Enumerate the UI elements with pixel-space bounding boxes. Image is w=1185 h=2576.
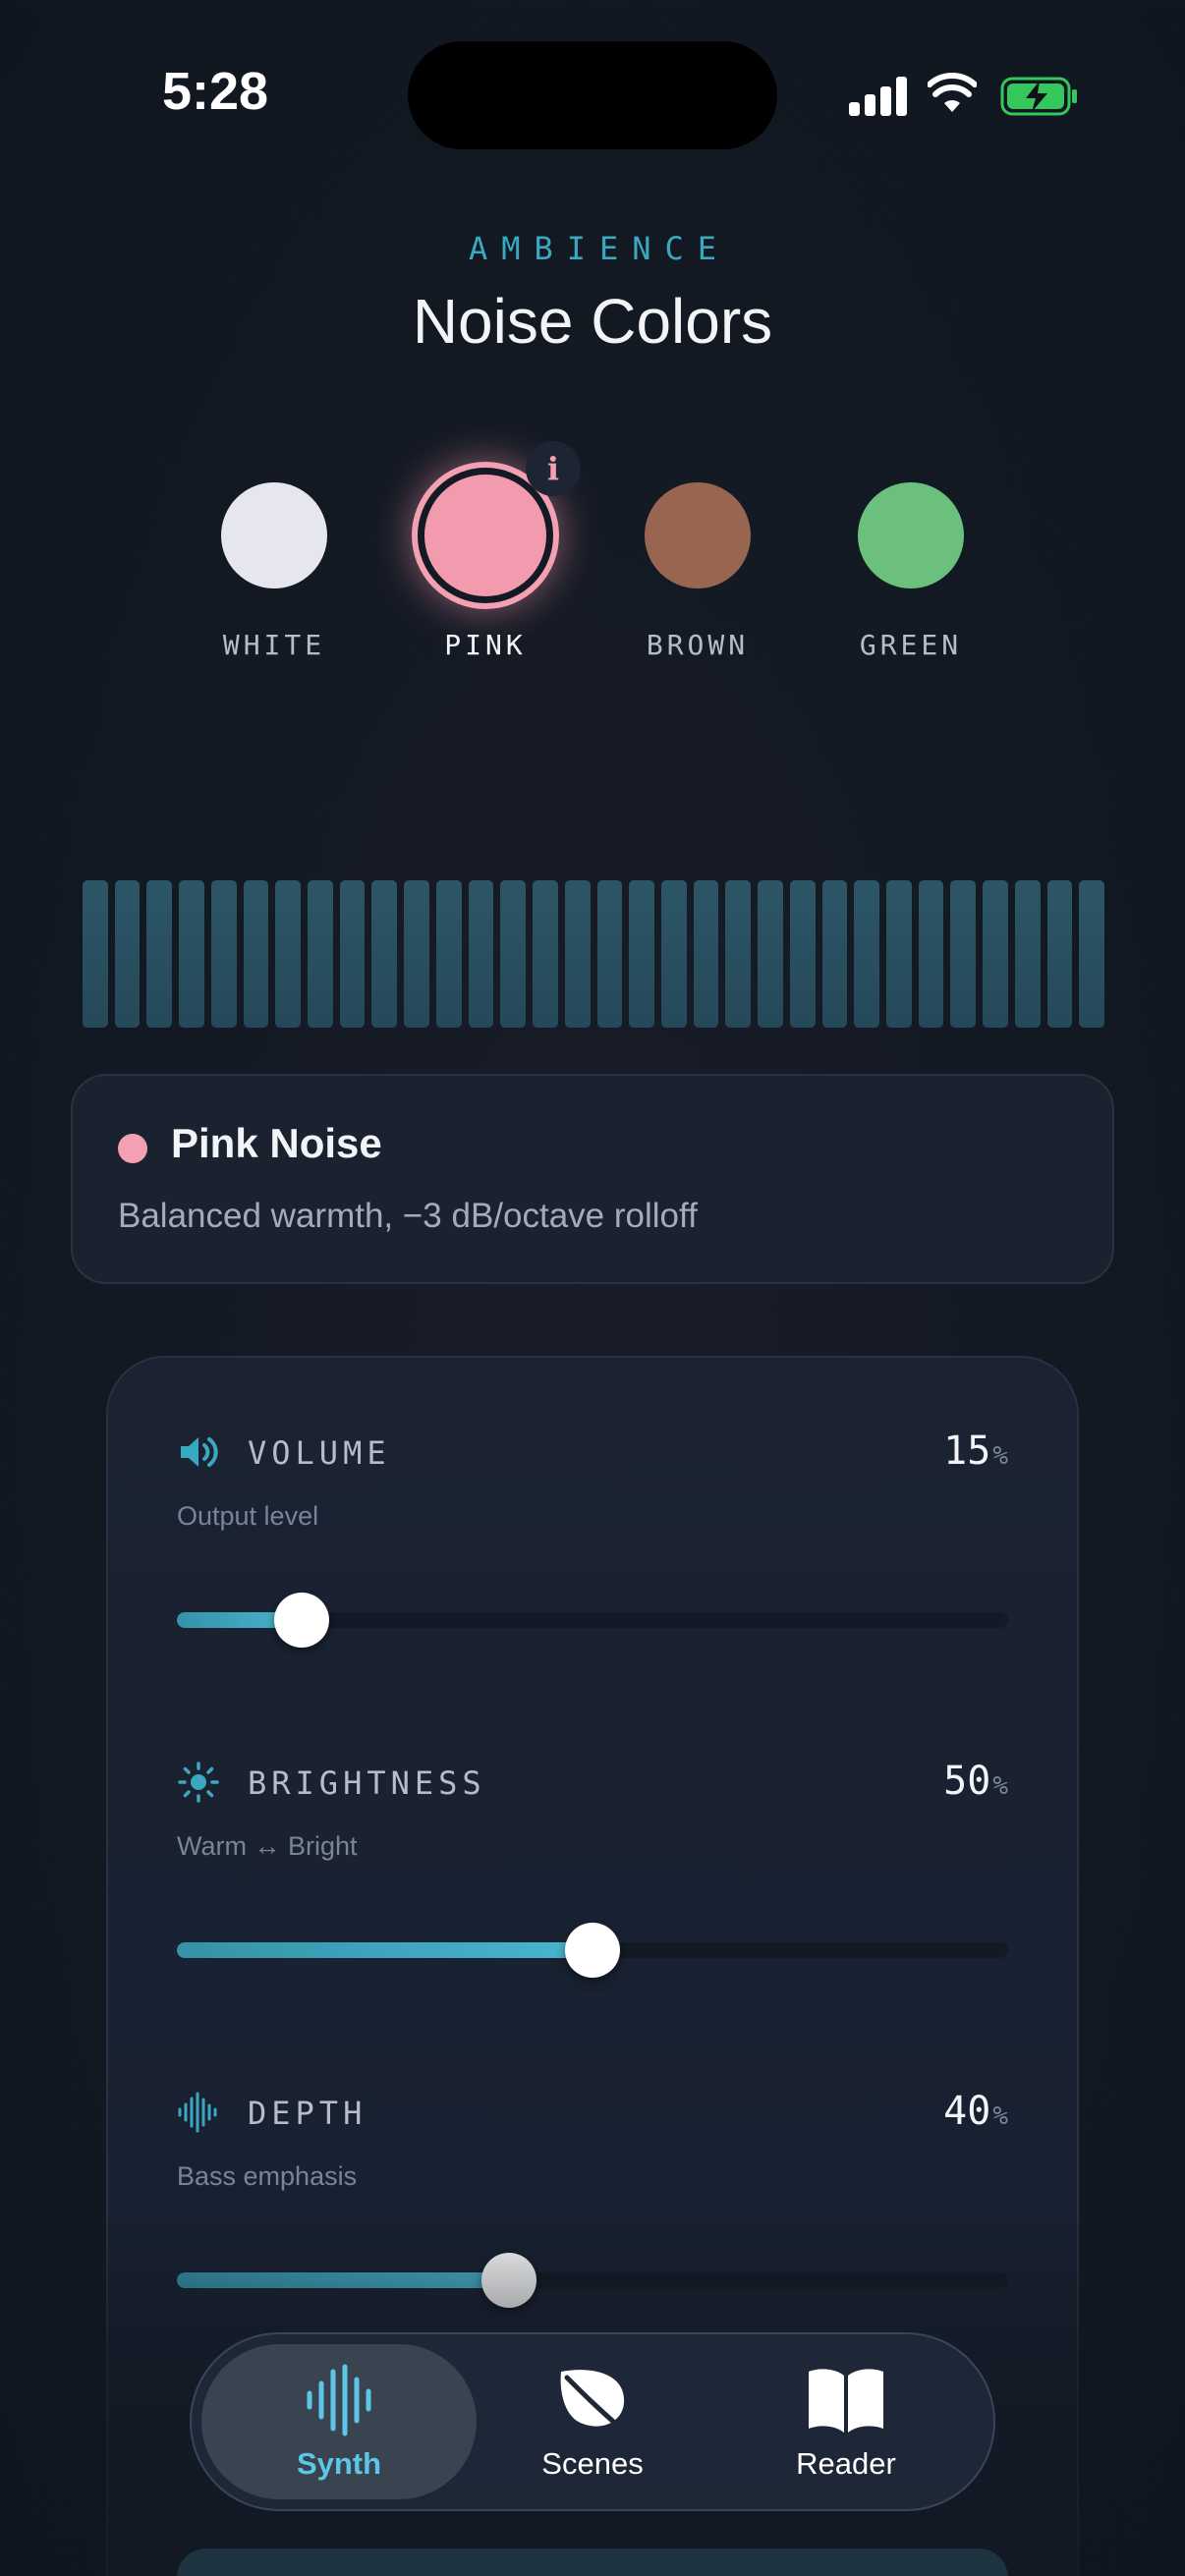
depth-subtitle: Bass emphasis	[177, 2161, 358, 2191]
visualizer-bar	[1046, 880, 1073, 1028]
visualizer-bar	[918, 880, 944, 1028]
book-icon	[809, 2369, 883, 2433]
swatch-label-pink: PINK	[444, 629, 527, 661]
visualizer-bar	[660, 880, 687, 1028]
swatch-label-green: GREEN	[859, 629, 963, 661]
visualizer-bar	[275, 880, 302, 1028]
noise-name: Pink Noise	[171, 1120, 382, 1166]
visualizer-bar	[950, 880, 977, 1028]
visualizer-bar	[243, 880, 269, 1028]
cellular-signal-icon	[849, 77, 908, 116]
noise-color-dot	[118, 1134, 147, 1163]
info-button[interactable]: i	[526, 441, 581, 496]
page-title: Noise Colors	[412, 286, 773, 357]
visualizer-bar	[629, 880, 654, 1028]
visualizer-bar	[435, 880, 462, 1028]
speaker-icon	[181, 1437, 218, 1467]
visualizer-bar	[533, 880, 558, 1028]
brightness-value: 50%	[943, 1759, 1008, 1804]
swatch-white[interactable]	[221, 482, 327, 588]
swatch-pink[interactable]	[424, 475, 546, 596]
visualizer-bar	[789, 880, 816, 1028]
brightness-label: BRIGHTNESS	[248, 1764, 486, 1802]
visualizer-bar	[339, 880, 366, 1028]
visualizer-bar	[885, 880, 912, 1028]
wifi-icon	[928, 73, 977, 112]
sun-icon	[178, 1762, 219, 1803]
visualizer-bar	[500, 880, 527, 1028]
visualizer-bar	[146, 880, 173, 1028]
visualizer-bar	[983, 880, 1008, 1028]
spectrum-visualizer	[83, 880, 1104, 1028]
visualizer-bar	[114, 880, 141, 1028]
status-time: 5:28	[162, 62, 269, 121]
visualizer-bar	[83, 880, 108, 1028]
noise-info-card	[71, 1074, 1114, 1284]
visualizer-bar	[1014, 880, 1041, 1028]
swatch-green[interactable]	[858, 482, 964, 588]
swatch-label-white: WHITE	[222, 629, 326, 661]
volume-slider-thumb[interactable]	[273, 1593, 329, 1648]
dynamic-island	[408, 41, 777, 149]
visualizer-bar	[564, 880, 591, 1028]
visualizer-bar	[404, 880, 429, 1028]
next-card-peek	[177, 2548, 1008, 2576]
swatch-label-brown: BROWN	[646, 629, 750, 661]
volume-slider[interactable]	[177, 1593, 1008, 1648]
brightness-slider[interactable]	[177, 1923, 1008, 1978]
brightness-slider-thumb[interactable]	[565, 1923, 620, 1978]
visualizer-bar	[1079, 880, 1104, 1028]
waveform-icon	[178, 2092, 217, 2133]
depth-label: DEPTH	[248, 2095, 367, 2132]
depth-value: 40%	[943, 2089, 1008, 2134]
tab-scenes-label: Scenes	[541, 2446, 644, 2481]
section-eyebrow: AMBIENCE	[468, 230, 731, 267]
volume-subtitle: Output level	[177, 1501, 319, 1531]
tab-synth[interactable]: Synth	[221, 2364, 457, 2482]
visualizer-bar	[821, 880, 848, 1028]
visualizer-bar	[725, 880, 752, 1028]
volume-label: VOLUME	[248, 1434, 391, 1472]
leaf-icon	[560, 2370, 629, 2436]
swatch-brown[interactable]	[645, 482, 751, 588]
visualizer-bar	[596, 880, 623, 1028]
tab-synth-label: Synth	[296, 2446, 382, 2481]
brightness-slider-fill	[177, 1942, 592, 1958]
tab-reader-label: Reader	[796, 2446, 896, 2481]
noise-description: Balanced warmth, −3 dB/octave rolloff	[118, 1197, 698, 1235]
volume-value: 15%	[943, 1428, 1008, 1474]
visualizer-bar	[179, 880, 204, 1028]
tab-scenes[interactable]: Scenes	[475, 2364, 710, 2482]
visualizer-bar	[693, 880, 719, 1028]
visualizer-bar	[308, 880, 333, 1028]
visualizer-bar	[854, 880, 879, 1028]
visualizer-bar	[758, 880, 783, 1028]
tab-reader[interactable]: Reader	[728, 2364, 964, 2482]
battery-charging-icon	[1000, 77, 1077, 116]
brightness-subtitle: Warm ↔ Bright	[177, 1831, 358, 1861]
visualizer-bar	[210, 880, 237, 1028]
visualizer-bar	[371, 880, 398, 1028]
waveform-icon	[307, 2364, 371, 2436]
visualizer-bar	[468, 880, 494, 1028]
